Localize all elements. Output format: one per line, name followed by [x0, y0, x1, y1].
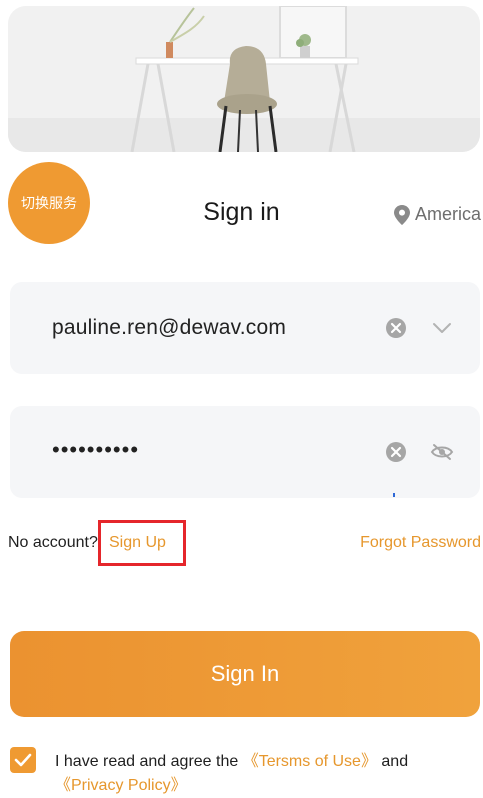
clear-email-icon[interactable] [384, 316, 408, 340]
checkmark-icon [14, 753, 32, 767]
sign-in-button-label: Sign In [210, 661, 280, 686]
eye-off-icon[interactable] [430, 440, 454, 464]
forgot-password-link[interactable]: Forgot Password [360, 534, 481, 552]
sign-in-button[interactable]: Sign In [10, 631, 480, 717]
region-label: America [414, 204, 481, 224]
email-value: pauline.ren@dewav.com [52, 316, 287, 339]
agree-checkbox[interactable] [10, 747, 36, 773]
chevron-down-icon[interactable] [430, 316, 454, 340]
agreement-and: and [381, 753, 409, 770]
location-pin-icon [393, 204, 410, 225]
text-cursor-mark [393, 493, 395, 497]
clear-password-icon[interactable] [384, 440, 408, 464]
region-selector[interactable]: America [393, 204, 481, 225]
privacy-policy-link[interactable]: 《Privacy Policy》 [55, 777, 187, 794]
agreement-intro: I have read and agree the [55, 753, 239, 770]
agreement-text: I have read and agree the 《Tersms of Use… [55, 750, 475, 798]
sign-up-highlight-box [98, 520, 186, 566]
terms-of-use-link[interactable]: 《Tersms of Use》 [243, 753, 377, 770]
password-field[interactable]: •••••••••• [10, 406, 480, 498]
email-field[interactable]: pauline.ren@dewav.com [10, 282, 480, 374]
password-value: •••••••••• [52, 437, 140, 462]
hero-image [8, 6, 480, 152]
no-account-label: No account? [8, 534, 98, 551]
